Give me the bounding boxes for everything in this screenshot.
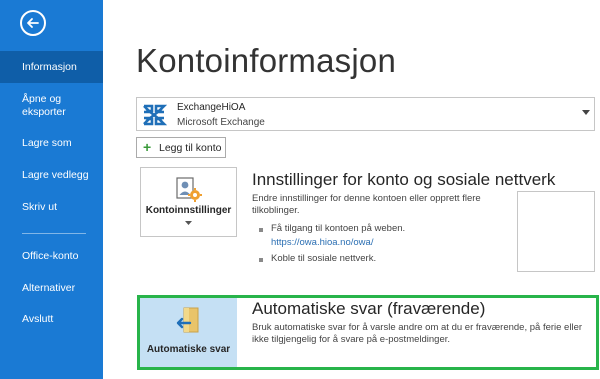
nav-divider (22, 233, 86, 234)
exchange-icon (143, 104, 167, 126)
nav-item-informasjon[interactable]: Informasjon (0, 51, 103, 83)
back-button[interactable] (20, 10, 46, 36)
nav-item-open-export[interactable]: Åpne og eksporter (0, 93, 103, 119)
account-settings-description: Endre innstillinger for denne kontoen el… (252, 193, 481, 216)
backstage-sidebar: Informasjon Åpne og eksporter Lagre som … (0, 0, 103, 379)
account-settings-label: Kontoinnstillinger (145, 205, 232, 216)
nav-item-label: Skriv ut (22, 201, 58, 213)
chevron-down-icon (582, 110, 590, 115)
nav-item-label: Avslutt (22, 313, 54, 325)
nav-item-office-account[interactable]: Office-konto (0, 250, 103, 263)
auto-reply-description: Bruk automatiske svar for å varsle andre… (252, 322, 583, 345)
add-account-button[interactable]: + Legg til konto (136, 137, 226, 158)
auto-reply-button[interactable]: Automatiske svar (140, 298, 237, 367)
auto-reply-label: Automatiske svar (146, 344, 231, 355)
nav-item-options[interactable]: Alternativer (0, 282, 103, 295)
auto-reply-icon (176, 307, 199, 333)
bullet (259, 258, 263, 262)
auto-reply-title: Automatiske svar (fraværende) (252, 299, 486, 318)
profile-picture-box (517, 191, 595, 272)
bullet (259, 228, 263, 232)
nav-item-label: Informasjon (22, 61, 77, 73)
account-selector[interactable]: ExchangeHiOA Microsoft Exchange (136, 97, 595, 131)
chevron-down-icon (185, 221, 192, 225)
plus-icon: + (143, 139, 152, 155)
account-settings-title: Innstillinger for konto og sosiale nettv… (252, 170, 556, 189)
nav-item-label: Alternativer (22, 282, 76, 294)
nav-item-label: Lagre vedlegg (22, 169, 89, 181)
nav-item-save-as[interactable]: Lagre som (0, 137, 103, 150)
account-settings-icon (176, 177, 202, 202)
page-title: Kontoinformasjon (136, 42, 397, 79)
arrow-left-icon (27, 18, 39, 28)
account-name: ExchangeHiOA (177, 102, 246, 113)
nav-item-label: Åpne og eksporter (22, 93, 66, 118)
nav-item-print[interactable]: Skriv ut (0, 201, 103, 214)
nav-item-save-attachments[interactable]: Lagre vedlegg (0, 169, 103, 182)
nav-item-label: Lagre som (22, 137, 72, 149)
account-settings-button[interactable]: Kontoinnstillinger (140, 167, 237, 237)
social-networks-text: Koble til sosiale nettverk. (271, 253, 377, 264)
nav-item-exit[interactable]: Avslutt (0, 313, 103, 326)
web-access-text: Få tilgang til kontoen på weben. (271, 223, 406, 234)
nav-item-label: Office-konto (22, 250, 79, 262)
add-account-label: Legg til konto (159, 142, 222, 154)
web-access-link[interactable]: https://owa.hioa.no/owa/ (271, 237, 373, 248)
account-type: Microsoft Exchange (177, 117, 265, 128)
